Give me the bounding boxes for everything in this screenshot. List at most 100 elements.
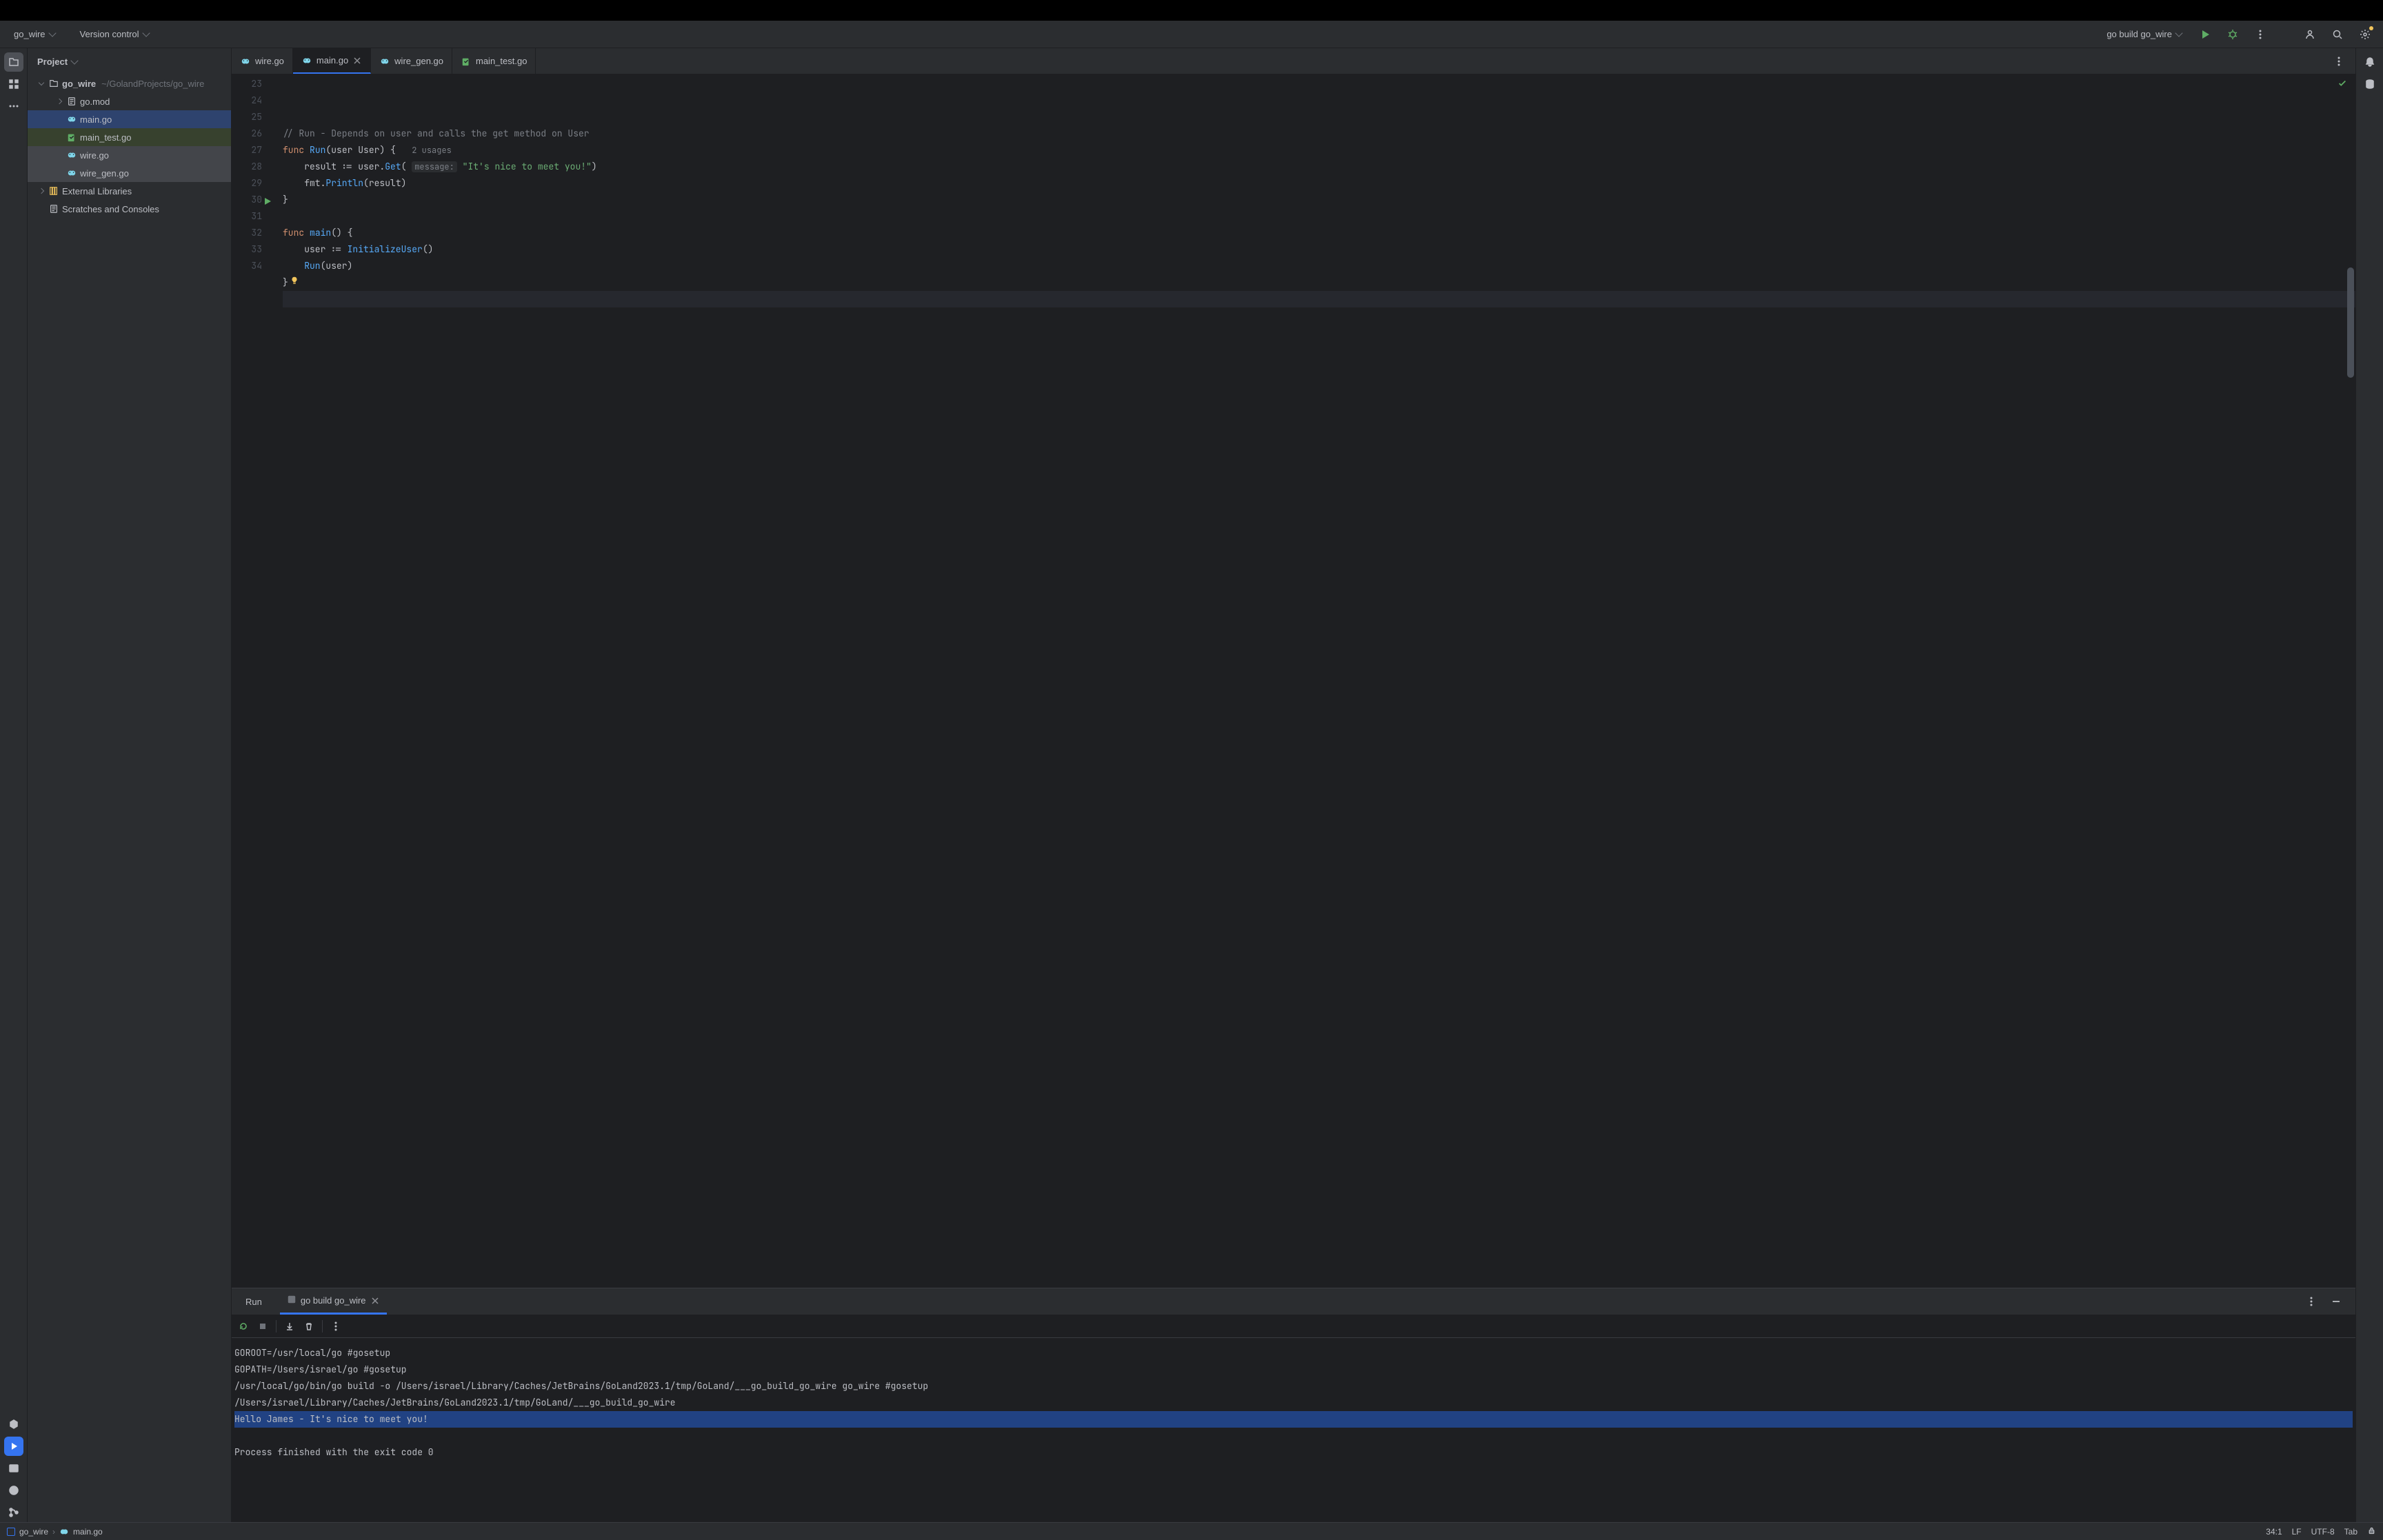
editor-tab[interactable]: main_test.go: [452, 48, 536, 74]
chevron-down-icon: [2175, 29, 2182, 37]
run-button[interactable]: [2195, 25, 2215, 44]
run-gutter-icon[interactable]: [263, 194, 272, 211]
intention-bulb-icon[interactable]: [290, 276, 299, 288]
run-panel-header: Run go build go_wire: [232, 1288, 2355, 1315]
editor-tab[interactable]: wire.go: [232, 48, 293, 74]
file-icon: [301, 55, 312, 66]
run-panel-more-button[interactable]: [2302, 1292, 2321, 1311]
file-icon: [66, 132, 77, 143]
module-icon: [7, 1528, 15, 1536]
settings-button[interactable]: [2355, 25, 2375, 44]
chevron-down-icon: [70, 57, 78, 64]
console-line: Process finished with the exit code 0: [234, 1444, 2353, 1461]
file-icon: [66, 168, 77, 179]
project-dropdown[interactable]: go_wire: [8, 26, 61, 42]
run-config-tab[interactable]: go build go_wire: [280, 1288, 387, 1315]
scroll-to-end-button[interactable]: [281, 1317, 299, 1335]
tree-file[interactable]: wire_gen.go: [28, 164, 231, 182]
git-tool-button[interactable]: [4, 1503, 23, 1522]
more-tool-button[interactable]: [4, 97, 23, 116]
terminal-tool-button[interactable]: [4, 1459, 23, 1478]
indent-setting[interactable]: Tab: [2344, 1527, 2357, 1537]
statusbar: go_wire › main.go 34:1 LF UTF-8 Tab: [0, 1522, 2383, 1540]
file-icon: [379, 56, 390, 67]
console-output[interactable]: GOROOT=/usr/local/go #gosetupGOPATH=/Use…: [232, 1338, 2355, 1522]
code-editor[interactable]: 232425262728293031323334 // Run - Depend…: [232, 74, 2355, 1288]
library-icon: [48, 185, 59, 196]
right-tool-rail: [2355, 48, 2383, 1522]
rerun-button[interactable]: [234, 1317, 252, 1335]
chevron-right-icon: ›: [52, 1527, 55, 1537]
run-panel-hide-button[interactable]: [2326, 1292, 2346, 1311]
structure-tool-button[interactable]: [4, 74, 23, 94]
editor-tab[interactable]: wire_gen.go: [371, 48, 452, 74]
file-icon: [66, 114, 77, 125]
file-encoding[interactable]: UTF-8: [2311, 1527, 2335, 1537]
tab-label: main_test.go: [476, 56, 527, 66]
left-tool-rail: [0, 48, 28, 1522]
run-panel-title: Run: [241, 1297, 266, 1307]
editor-tab-bar: wire.go main.go wire_gen.go main_test.go: [232, 48, 2355, 74]
tree-external-libs[interactable]: External Libraries: [28, 182, 231, 200]
editor-gutter[interactable]: 232425262728293031323334: [232, 74, 280, 1288]
run-toolbar: [232, 1315, 2355, 1338]
chevron-down-icon: [48, 29, 56, 37]
scrollbar-thumb[interactable]: [2347, 267, 2354, 378]
tab-label: wire.go: [255, 56, 284, 66]
editor-area: wire.go main.go wire_gen.go main_test.go 23…: [232, 48, 2355, 1522]
version-control-dropdown[interactable]: Version control: [74, 26, 154, 42]
project-panel-header: Project: [28, 48, 231, 74]
project-panel-title: Project: [37, 57, 68, 67]
console-line: [234, 1428, 2353, 1444]
macos-titlebar: [0, 0, 2383, 21]
tab-bar-more-button[interactable]: [2329, 52, 2349, 71]
file-name: main_test.go: [80, 132, 131, 143]
tree-scratches-label: Scratches and Consoles: [62, 204, 159, 214]
go-file-icon: [59, 1527, 69, 1537]
breadcrumb-file[interactable]: main.go: [73, 1527, 103, 1537]
run-toolbar-more-button[interactable]: [327, 1317, 345, 1335]
tree-file[interactable]: wire.go: [28, 146, 231, 164]
tree-scratches[interactable]: Scratches and Consoles: [28, 200, 231, 218]
tab-label: wire_gen.go: [394, 56, 443, 66]
file-icon: [240, 56, 251, 67]
debug-button[interactable]: [2223, 25, 2242, 44]
close-icon[interactable]: [352, 56, 362, 65]
file-icon: [66, 150, 77, 161]
run-config-selector[interactable]: go build go_wire: [2097, 26, 2187, 42]
file-name: go.mod: [80, 97, 110, 107]
version-control-label: Version control: [80, 29, 139, 39]
readonly-toggle[interactable]: [2367, 1526, 2376, 1537]
run-config-tab-label: go build go_wire: [301, 1295, 366, 1306]
project-tool-button[interactable]: [4, 52, 23, 72]
tree-external-libs-label: External Libraries: [62, 186, 132, 196]
scratches-icon: [48, 203, 59, 214]
clear-button[interactable]: [300, 1317, 318, 1335]
line-separator[interactable]: LF: [2292, 1527, 2302, 1537]
tree-file[interactable]: main.go: [28, 110, 231, 128]
database-tool-button[interactable]: [2360, 74, 2380, 94]
project-panel: Project go_wire ~/GolandProjects/go_wire…: [28, 48, 232, 1522]
editor-tab[interactable]: main.go: [293, 48, 371, 74]
services-tool-button[interactable]: [4, 1415, 23, 1434]
tab-label: main.go: [316, 55, 348, 65]
more-actions-button[interactable]: [2251, 25, 2270, 44]
tree-file[interactable]: main_test.go: [28, 128, 231, 146]
code-with-me-button[interactable]: [2300, 25, 2320, 44]
close-icon[interactable]: [370, 1296, 380, 1306]
tree-root[interactable]: go_wire ~/GolandProjects/go_wire: [28, 74, 231, 92]
console-line: Hello James - It's nice to meet you!: [234, 1411, 2353, 1428]
problems-tool-button[interactable]: [4, 1481, 23, 1500]
caret-position[interactable]: 34:1: [2266, 1527, 2282, 1537]
console-line: GOROOT=/usr/local/go #gosetup: [234, 1345, 2353, 1361]
notifications-tool-button[interactable]: [2360, 52, 2380, 72]
editor-content[interactable]: // Run - Depends on user and calls the g…: [280, 74, 2355, 1288]
console-line: GOPATH=/Users/israel/go #gosetup: [234, 1361, 2353, 1378]
tree-file[interactable]: go.mod: [28, 92, 231, 110]
search-button[interactable]: [2328, 25, 2347, 44]
breadcrumb-project[interactable]: go_wire: [19, 1527, 48, 1537]
tree-root-path: ~/GolandProjects/go_wire: [101, 79, 204, 89]
folder-icon: [48, 78, 59, 89]
run-tool-button[interactable]: [4, 1437, 23, 1456]
stop-button[interactable]: [254, 1317, 272, 1335]
